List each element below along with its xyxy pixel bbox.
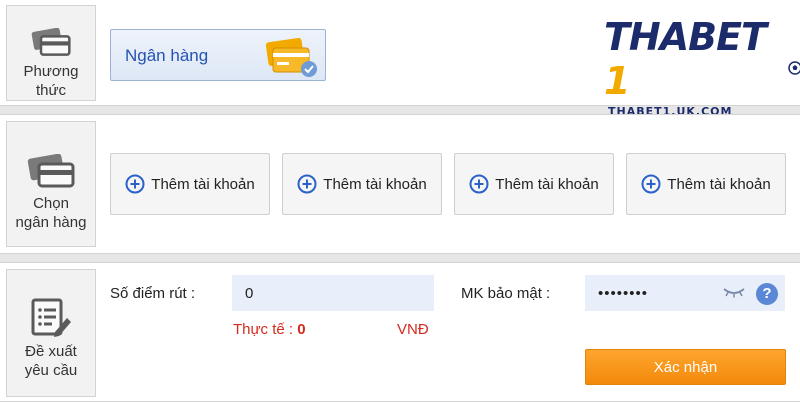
actual-amount-text: Thực tế : 0 [233, 321, 306, 338]
brand-logo: THABET 1 THABET1.UK.COM [604, 15, 800, 118]
add-account-label: Thêm tài khoản [151, 175, 255, 193]
brand-name: THABET [604, 15, 767, 59]
currency-label: VNĐ [397, 321, 429, 338]
plus-circle-icon [297, 174, 317, 194]
brand-number: 1 [604, 59, 630, 103]
bank-label-line2: ngân hàng [15, 214, 87, 231]
payment-method-section: Phương thức Ngân hàng THABET 1 THABET1.U… [0, 0, 800, 118]
bank-side-tile: Chọn ngân hàng [6, 121, 96, 247]
bank-method-label: Ngân hàng [125, 46, 209, 65]
request-label-line1: Đề xuất [25, 343, 77, 360]
request-label-line2: yêu cầu [24, 362, 78, 379]
amount-input[interactable] [232, 275, 434, 311]
add-account-label: Thêm tài khoản [323, 175, 427, 193]
add-account-button-3[interactable]: Thêm tài khoản [454, 153, 614, 215]
document-edit-icon [31, 298, 71, 337]
method-label-line1: Phương [23, 63, 79, 80]
password-label: MK bảo mật : [461, 285, 551, 302]
add-account-label: Thêm tài khoản [667, 175, 771, 193]
plus-circle-icon [469, 174, 489, 194]
method-side-tile: Phương thức [6, 5, 96, 101]
amount-label: Số điểm rút : [110, 285, 196, 302]
add-account-button-2[interactable]: Thêm tài khoản [282, 153, 442, 215]
security-password-input[interactable] [585, 275, 785, 311]
bank-side-label: Chọn ngân hàng [16, 194, 87, 232]
plus-circle-icon [125, 174, 145, 194]
request-side-label: Đề xuất yêu cầu [25, 342, 78, 380]
add-account-button-1[interactable]: Thêm tài khoản [110, 153, 270, 215]
brand-logo-text: THABET 1 [604, 15, 800, 103]
method-label-line2: thức [35, 82, 67, 99]
actual-label: Thực tế : [233, 321, 298, 338]
card-icon [27, 154, 75, 188]
bank-method-option[interactable]: Ngân hàng [110, 29, 326, 81]
eye-closed-icon[interactable] [722, 286, 746, 298]
credit-card-check-icon [265, 37, 317, 77]
plus-circle-icon [641, 174, 661, 194]
method-side-label: Phương thức [24, 62, 79, 100]
add-account-label: Thêm tài khoản [495, 175, 599, 193]
card-icon [31, 28, 71, 56]
choose-bank-section: Chọn ngân hàng Thêm tài khoản Thêm tài k… [0, 114, 800, 254]
add-account-button-4[interactable]: Thêm tài khoản [626, 153, 786, 215]
soccer-ball-icon [788, 61, 800, 75]
confirm-button[interactable]: Xác nhận [585, 349, 786, 385]
question-circle-icon[interactable]: ? [756, 283, 778, 305]
bank-label-line1: Chọn [33, 195, 69, 212]
actual-value: 0 [297, 321, 306, 338]
request-side-tile: Đề xuất yêu cầu [6, 269, 96, 397]
withdraw-request-section: Đề xuất yêu cầu Số điểm rút : Thực tế : … [0, 262, 800, 402]
